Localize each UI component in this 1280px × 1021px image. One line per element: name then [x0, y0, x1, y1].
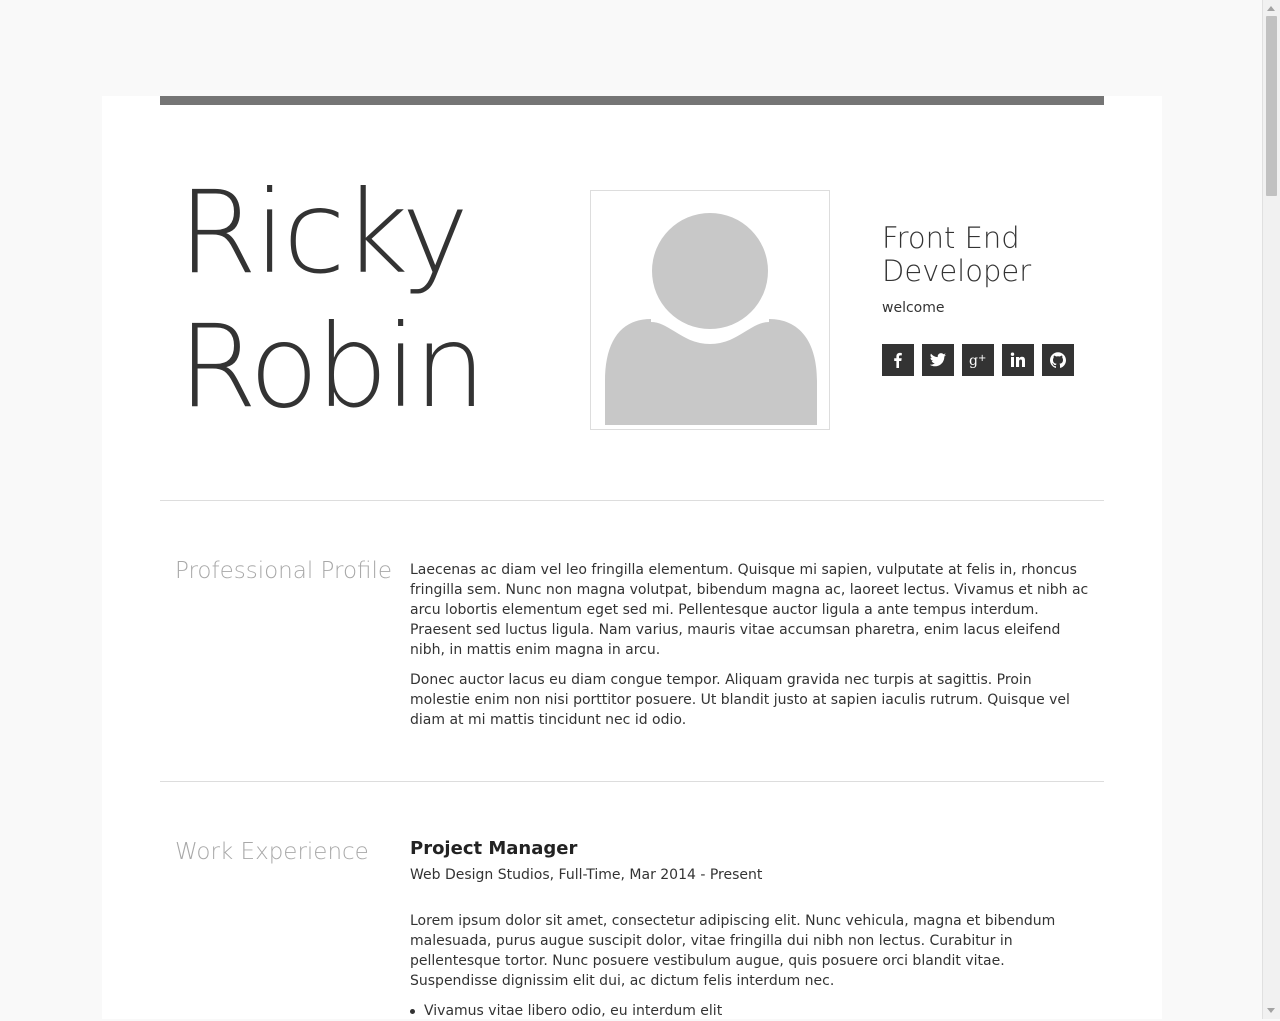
linkedin-link[interactable]: [1002, 344, 1034, 376]
avatar-placeholder-icon: [605, 204, 817, 425]
section-divider: [160, 781, 1104, 782]
google-plus-icon: g +: [969, 353, 986, 368]
person-name: Ricky Robin: [178, 166, 486, 434]
list-item: Vivamus vitae libero odio, eu interdum e…: [410, 1001, 1090, 1021]
job-title: Project Manager: [410, 838, 578, 859]
vertical-scrollbar[interactable]: [1262, 0, 1280, 1019]
twitter-icon: [930, 353, 946, 367]
facebook-link[interactable]: [882, 344, 914, 376]
github-link[interactable]: [1042, 344, 1074, 376]
social-links: g +: [882, 344, 1074, 376]
svg-text:g: g: [969, 353, 978, 368]
section-divider: [160, 500, 1104, 501]
scroll-up-arrow-icon[interactable]: [1267, 6, 1275, 11]
last-name: Robin: [178, 300, 486, 433]
experience-section-body: Project Manager Web Design Studios, Full…: [410, 839, 1090, 1021]
linkedin-icon: [1010, 352, 1025, 367]
twitter-link[interactable]: [922, 344, 954, 376]
profile-section-title: Professional Profile: [175, 558, 393, 584]
first-name: Ricky: [178, 166, 469, 299]
resume-page: Ricky Robin Front End Developer welcome …: [102, 96, 1162, 1019]
job-description: Lorem ipsum dolor sit amet, consectetur …: [410, 913, 1056, 989]
google-plus-link[interactable]: g +: [962, 344, 994, 376]
scroll-down-arrow-icon[interactable]: [1267, 1008, 1275, 1013]
svg-text:+: +: [978, 353, 986, 364]
experience-section-title: Work Experience: [175, 839, 369, 865]
profile-paragraph: Laecenas ac diam vel leo fringilla eleme…: [410, 562, 1089, 658]
job-bullets: Vivamus vitae libero odio, eu interdum e…: [410, 1001, 1090, 1021]
role-line-2: Developer: [882, 254, 1032, 288]
facebook-icon: [894, 352, 902, 368]
github-icon: [1050, 352, 1066, 368]
profile-section-body: Laecenas ac diam vel leo fringilla eleme…: [410, 560, 1090, 740]
job-meta: Web Design Studios, Full-Time, Mar 2014 …: [410, 867, 763, 883]
profile-paragraph: Donec auctor lacus eu diam congue tempor…: [410, 672, 1070, 728]
top-accent-bar: [160, 96, 1104, 105]
tagline: welcome: [882, 300, 945, 316]
job-role: Front End Developer: [882, 222, 1142, 288]
scrollbar-thumb[interactable]: [1266, 16, 1277, 196]
profile-photo: [590, 190, 830, 430]
role-line-1: Front End: [882, 221, 1020, 255]
